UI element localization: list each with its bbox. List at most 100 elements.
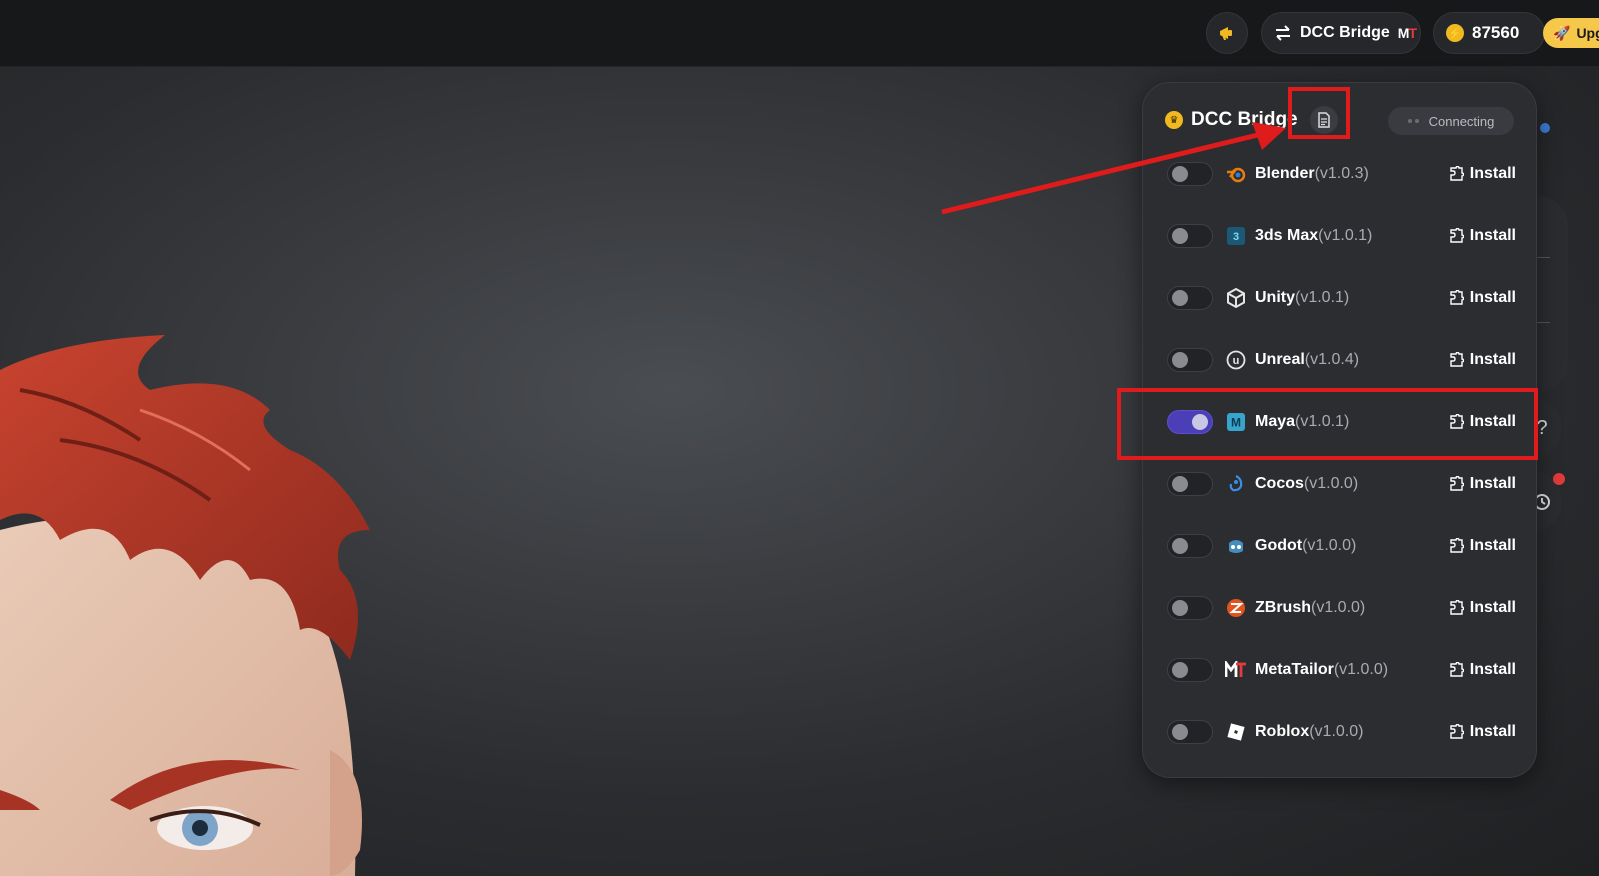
install-label: Install: [1469, 661, 1516, 678]
roblox-icon: [1225, 721, 1247, 743]
notification-button[interactable]: [1206, 12, 1248, 54]
notification-dot: [1553, 473, 1565, 485]
app-name: ZBrush: [1255, 599, 1311, 616]
install-button[interactable]: Install: [1448, 723, 1516, 741]
plugin-icon: [1450, 724, 1464, 739]
dcc-bridge-label: DCC Bridge: [1300, 24, 1390, 41]
credits-value: 87560: [1472, 23, 1520, 42]
cocos-icon: [1225, 473, 1247, 495]
app-version: (v1.0.1): [1295, 289, 1350, 306]
app-version: (v1.0.0): [1302, 537, 1357, 554]
highlight-maya-row: [1117, 388, 1538, 460]
app-name-label: Godot(v1.0.0): [1255, 537, 1356, 555]
app-row-unity: Unity(v1.0.1) Install: [1143, 267, 1536, 329]
app-name-label: ZBrush(v1.0.0): [1255, 599, 1365, 617]
install-label: Install: [1469, 599, 1516, 616]
plugin-icon: [1450, 290, 1464, 305]
metatailor-logo-icon: MT: [1397, 25, 1417, 41]
app-name: Unity: [1255, 289, 1295, 306]
install-button[interactable]: Install: [1448, 661, 1516, 679]
plugin-icon: [1450, 228, 1464, 243]
app-name: Godot: [1255, 537, 1303, 554]
upgrade-label: Upg: [1576, 25, 1599, 41]
enable-toggle[interactable]: [1167, 224, 1213, 248]
app-version: (v1.0.0): [1309, 723, 1364, 740]
connection-status: Connecting: [1388, 107, 1514, 135]
annotation-arrow: [941, 122, 1286, 215]
rocket-icon: 🚀: [1553, 24, 1571, 41]
svg-text:u: u: [1233, 355, 1240, 367]
app-name: MetaTailor: [1255, 661, 1334, 678]
credits-display[interactable]: ⚡ 87560: [1433, 12, 1545, 54]
zbrush-icon: [1225, 597, 1247, 619]
dcc-bridge-button[interactable]: DCC Bridge MT: [1261, 12, 1421, 54]
toggle-knob: [1172, 600, 1188, 616]
unity-icon: [1225, 287, 1247, 309]
plugin-icon: [1450, 600, 1464, 615]
toggle-knob: [1172, 724, 1188, 740]
app-name-label: Roblox(v1.0.0): [1255, 723, 1363, 741]
enable-toggle[interactable]: [1167, 658, 1213, 682]
install-button[interactable]: Install: [1448, 227, 1516, 245]
plugin-icon: [1450, 352, 1464, 367]
plugin-icon: [1450, 538, 1464, 553]
app-row-unreal: u Unreal(v1.0.4) Install: [1143, 329, 1536, 391]
enable-toggle[interactable]: [1167, 534, 1213, 558]
enable-toggle[interactable]: [1167, 348, 1213, 372]
toggle-knob: [1172, 228, 1188, 244]
godot-icon: [1225, 535, 1247, 557]
3dsmax-icon: 3: [1225, 225, 1247, 247]
plugin-icon: [1450, 476, 1464, 491]
app-name-label: Cocos(v1.0.0): [1255, 475, 1358, 493]
install-button[interactable]: Install: [1448, 475, 1516, 493]
enable-toggle[interactable]: [1167, 596, 1213, 620]
install-label: Install: [1469, 227, 1516, 244]
install-button[interactable]: Install: [1448, 599, 1516, 617]
app-name-label: 3ds Max(v1.0.1): [1255, 227, 1372, 245]
app-version: (v1.0.0): [1311, 599, 1366, 616]
toggle-knob: [1172, 476, 1188, 492]
help-icon: ?: [1536, 416, 1548, 439]
plugin-icon: [1450, 166, 1464, 181]
app-version: (v1.0.3): [1314, 165, 1369, 182]
enable-toggle[interactable]: [1167, 720, 1213, 744]
install-button[interactable]: Install: [1448, 165, 1516, 183]
app-name: Unreal: [1255, 351, 1305, 368]
plugin-icon: [1450, 662, 1464, 677]
install-label: Install: [1469, 165, 1516, 182]
install-button[interactable]: Install: [1448, 289, 1516, 307]
megaphone-icon: [1220, 27, 1232, 40]
app-version: (v1.0.4): [1304, 351, 1360, 368]
toggle-knob: [1172, 538, 1188, 554]
app-name-label: Unity(v1.0.1): [1255, 289, 1349, 307]
install-label: Install: [1469, 537, 1516, 554]
character-model: [0, 335, 370, 876]
toggle-knob: [1172, 662, 1188, 678]
app-name: 3ds Max: [1255, 227, 1319, 244]
lightning-coin-icon: ⚡: [1446, 24, 1464, 42]
app-row-roblox: Roblox(v1.0.0) Install: [1143, 701, 1536, 763]
upgrade-button[interactable]: 🚀 Upg: [1543, 18, 1599, 48]
app-row-zbrush: ZBrush(v1.0.0) Install: [1143, 577, 1536, 639]
toggle-knob: [1172, 352, 1188, 368]
metatailor-icon: [1225, 659, 1247, 681]
enable-toggle[interactable]: [1167, 286, 1213, 310]
svg-text:3: 3: [1233, 231, 1239, 243]
app-version: (v1.0.0): [1303, 475, 1359, 492]
app-row-cocos: Cocos(v1.0.0) Install: [1143, 453, 1536, 515]
install-button[interactable]: Install: [1448, 351, 1516, 369]
app-name: Roblox: [1255, 723, 1310, 740]
app-name-label: MetaTailor(v1.0.0): [1255, 661, 1388, 679]
app-name: Cocos: [1255, 475, 1304, 492]
enable-toggle[interactable]: [1167, 472, 1213, 496]
install-button[interactable]: Install: [1448, 537, 1516, 555]
app-version: (v1.0.1): [1318, 227, 1373, 244]
toggle-knob: [1172, 290, 1188, 306]
loading-dots-icon: [1407, 119, 1419, 123]
install-label: Install: [1469, 723, 1516, 740]
install-label: Install: [1469, 475, 1516, 492]
install-label: Install: [1469, 351, 1516, 368]
app-row-godot: Godot(v1.0.0) Install: [1143, 515, 1536, 577]
unreal-icon: u: [1225, 349, 1247, 371]
app-version: (v1.0.0): [1333, 661, 1389, 678]
